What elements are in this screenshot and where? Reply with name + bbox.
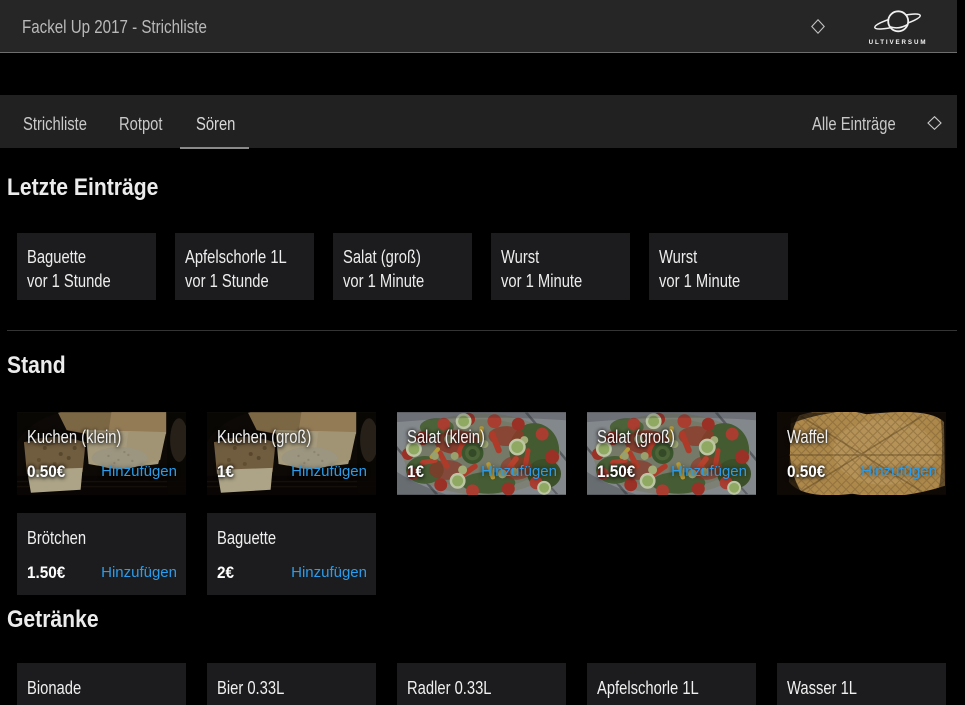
svg-text:ULTIVERSUM: ULTIVERSUM — [869, 39, 928, 46]
